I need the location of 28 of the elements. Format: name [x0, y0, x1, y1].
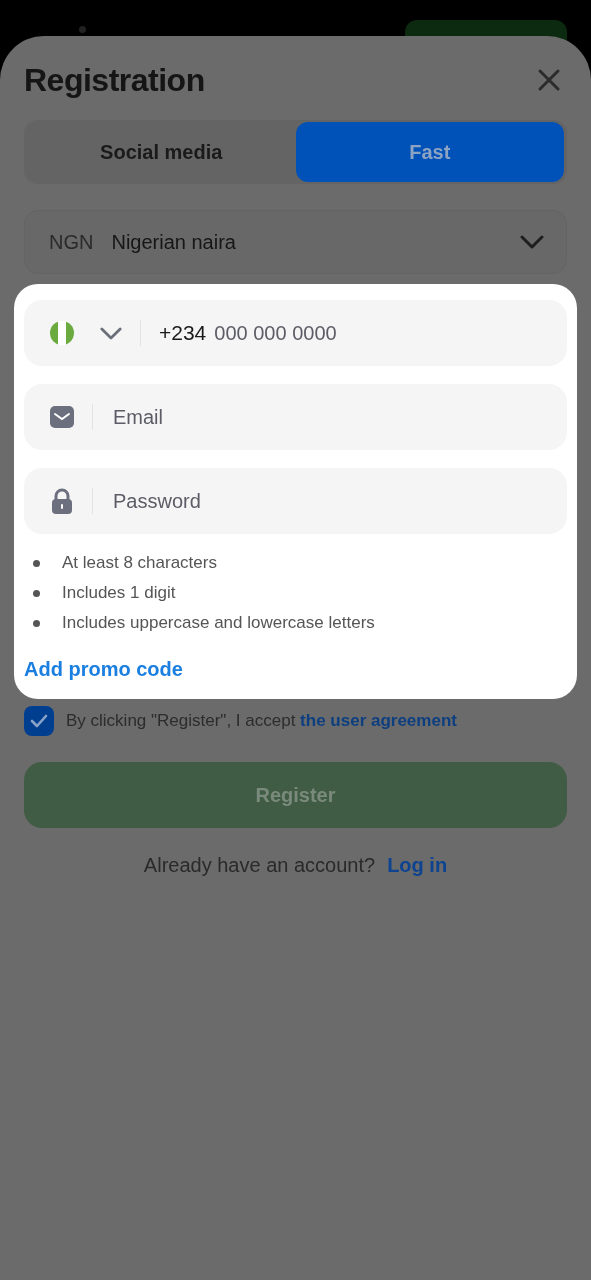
lock-icon — [50, 488, 74, 514]
flag-icon[interactable] — [50, 321, 74, 345]
email-input[interactable]: Email — [111, 404, 415, 430]
close-icon[interactable] — [537, 68, 561, 92]
agreement-checkbox[interactable] — [24, 706, 54, 736]
password-rule: Includes uppercase and lowercase letters — [62, 613, 375, 633]
login-link[interactable]: Log in — [387, 854, 448, 877]
tab[interactable]: Social media — [27, 122, 296, 182]
chevron-down-icon[interactable] — [100, 326, 122, 340]
password-rule: Includes 1 digit — [62, 583, 176, 603]
currency-select[interactable]: NGN Nigerian naira — [24, 210, 567, 274]
sheet-title: Registration — [24, 61, 205, 99]
envelope-icon — [50, 406, 74, 428]
camera-dot — [79, 26, 86, 33]
password-input[interactable]: Password — [111, 488, 415, 514]
login-prompt: Already have an account? — [143, 854, 376, 877]
user-agreement-link[interactable]: the user agreement — [300, 711, 457, 730]
password-rule: At least 8 characters — [62, 553, 217, 573]
bullet-icon — [33, 619, 40, 627]
phone-input[interactable]: 000 000 0000 — [212, 320, 517, 346]
agreement-text: By clicking "Register", I accept the user agreement — [66, 711, 457, 731]
bullet-icon — [33, 559, 40, 567]
checkmark-icon — [30, 714, 48, 728]
chevron-down-icon — [520, 235, 544, 249]
country-code: +234 — [159, 321, 207, 345]
promo-code-link[interactable]: Add promo code — [24, 658, 183, 681]
bullet-icon — [33, 589, 40, 597]
tab[interactable]: Fast — [295, 122, 564, 182]
